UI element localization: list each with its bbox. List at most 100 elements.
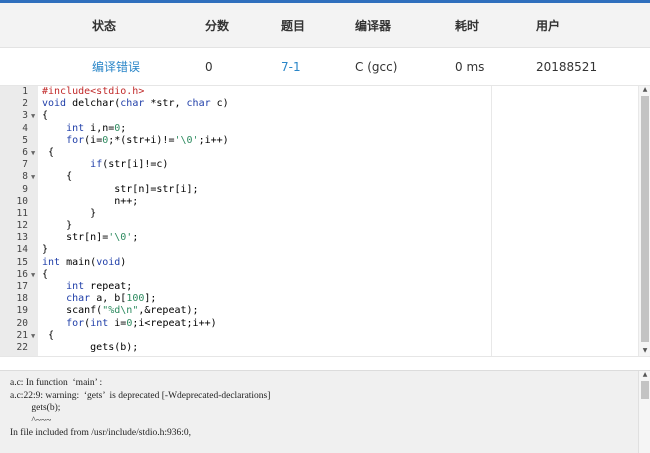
code-line[interactable]: 15 int main(void) bbox=[0, 257, 638, 269]
header-status[interactable]: 状态 bbox=[92, 3, 116, 47]
code-token: scanf( bbox=[42, 305, 103, 317]
code-line[interactable]: 22 gets(b); bbox=[0, 342, 638, 354]
code-text: int main(void) bbox=[42, 257, 126, 269]
code-token: repeat; bbox=[84, 281, 133, 292]
code-lines[interactable]: 1 #include<stdio.h> 2 void delchar(char *st… bbox=[0, 86, 638, 354]
code-line[interactable]: 6 ▼ { bbox=[0, 147, 638, 159]
fold-arrow-icon[interactable]: ▼ bbox=[31, 171, 35, 183]
code-token: n++; bbox=[42, 195, 139, 207]
code-line[interactable]: 10 n++; bbox=[0, 196, 638, 208]
scroll-up-arrow-icon[interactable]: ▲ bbox=[639, 371, 650, 379]
compiler-output-text: a.c: In function ‘main’ : a.c:22:9: warni… bbox=[10, 377, 630, 440]
table-row: 编译错误 0 7-1 C (gcc) 0 ms 20188521 bbox=[0, 48, 650, 86]
line-number: 16 bbox=[16, 268, 28, 280]
compiler-output-panel: a.c: In function ‘main’ : a.c:22:9: warni… bbox=[0, 370, 650, 453]
score-value: 0 bbox=[205, 59, 213, 74]
code-text: if(str[i]!=c) bbox=[42, 159, 168, 171]
code-token: int bbox=[42, 256, 61, 268]
code-text: str[n]=str[i]; bbox=[42, 184, 198, 196]
code-line[interactable]: 3 ▼ { bbox=[0, 110, 638, 122]
code-text: scanf("%d\n",&repeat); bbox=[42, 305, 198, 317]
code-line[interactable]: 9 str[n]=str[i]; bbox=[0, 184, 638, 196]
code-text: { bbox=[42, 171, 72, 183]
code-text: } bbox=[42, 244, 48, 256]
code-token: char bbox=[66, 293, 91, 305]
code-line[interactable]: 1 #include<stdio.h> bbox=[0, 86, 638, 98]
code-line[interactable]: 13 str[n]='\0'; bbox=[0, 232, 638, 244]
code-token: for bbox=[66, 317, 85, 329]
code-line[interactable]: 4 int i,n=0; bbox=[0, 123, 638, 135]
line-number: 6 bbox=[22, 146, 28, 158]
user-value: 20188521 bbox=[536, 59, 598, 74]
code-token: str[n]= bbox=[42, 232, 109, 244]
code-token: c) bbox=[210, 98, 229, 110]
code-text: } bbox=[42, 208, 96, 220]
line-number: 15 bbox=[16, 256, 28, 268]
code-text: n++; bbox=[42, 196, 138, 208]
code-token: { bbox=[42, 110, 49, 122]
code-line[interactable]: 5 for(i=0;*(str+i)!='\0';i++) bbox=[0, 135, 638, 147]
code-token: } bbox=[42, 207, 97, 219]
editor-scroll-thumb[interactable] bbox=[641, 96, 649, 342]
code-token: { bbox=[42, 171, 73, 183]
status-link[interactable]: 编译错误 bbox=[92, 48, 140, 85]
code-token: int bbox=[66, 122, 85, 134]
code-token: "%d\n" bbox=[102, 305, 139, 317]
code-token: (str[i]!=c) bbox=[102, 159, 169, 171]
output-line: gets(b); bbox=[10, 403, 61, 413]
code-text: gets(b); bbox=[42, 342, 138, 354]
line-number: 21 bbox=[16, 329, 28, 341]
header-compiler[interactable]: 编译器 bbox=[355, 3, 391, 47]
code-text: { bbox=[42, 330, 54, 342]
header-user[interactable]: 用户 bbox=[536, 3, 560, 47]
fold-arrow-icon[interactable]: ▼ bbox=[31, 269, 35, 281]
fold-arrow-icon[interactable]: ▼ bbox=[31, 147, 35, 159]
code-line[interactable]: 19 scanf("%d\n",&repeat); bbox=[0, 305, 638, 317]
output-scroll-thumb[interactable] bbox=[641, 381, 649, 399]
fold-arrow-icon[interactable]: ▼ bbox=[31, 330, 35, 342]
code-token: } bbox=[42, 244, 49, 256]
code-line[interactable]: 7 if(str[i]!=c) bbox=[0, 159, 638, 171]
code-token: void bbox=[96, 256, 121, 268]
line-number: 11 bbox=[16, 207, 28, 219]
code-text: { bbox=[42, 110, 48, 122]
header-problem[interactable]: 题目 bbox=[281, 3, 305, 47]
code-line[interactable]: 2 void delchar(char *str, char c) bbox=[0, 98, 638, 110]
code-text: void delchar(char *str, char c) bbox=[42, 98, 229, 110]
code-token: char bbox=[120, 98, 145, 110]
code-token: 100 bbox=[126, 293, 145, 305]
code-line[interactable]: 12 } bbox=[0, 220, 638, 232]
code-line[interactable]: 17 int repeat; bbox=[0, 281, 638, 293]
fold-arrow-icon[interactable]: ▼ bbox=[31, 110, 35, 122]
header-time[interactable]: 耗时 bbox=[455, 3, 479, 47]
code-line[interactable]: 8 ▼ { bbox=[0, 171, 638, 183]
code-line[interactable]: 14} bbox=[0, 244, 638, 256]
code-line[interactable]: 18 char a, b[100]; bbox=[0, 293, 638, 305]
scroll-down-arrow-icon[interactable]: ▼ bbox=[639, 347, 650, 355]
scroll-up-arrow-icon[interactable]: ▲ bbox=[639, 86, 650, 94]
code-line[interactable]: 16 ▼ { bbox=[0, 269, 638, 281]
code-editor[interactable]: 1 #include<stdio.h> 2 void delchar(char *st… bbox=[0, 86, 650, 356]
code-line[interactable]: 20 for(int i=0;i<repeat;i++) bbox=[0, 318, 638, 330]
output-scrollbar[interactable]: ▲ bbox=[638, 371, 650, 453]
code-line[interactable]: 11 } bbox=[0, 208, 638, 220]
code-token: (i= bbox=[84, 134, 103, 146]
time-value: 0 ms bbox=[455, 59, 485, 74]
code-token: int bbox=[66, 281, 85, 292]
problem-link[interactable]: 7-1 bbox=[281, 48, 301, 85]
code-token: i,n= bbox=[84, 122, 115, 134]
header-score[interactable]: 分数 bbox=[205, 3, 229, 47]
code-text: int i,n=0; bbox=[42, 123, 126, 135]
code-token: '\0' bbox=[174, 134, 199, 146]
line-number: 22 bbox=[16, 341, 28, 353]
table-header: 状态 分数 题目 编译器 耗时 用户 bbox=[0, 3, 650, 48]
code-token: if bbox=[90, 159, 103, 171]
code-line[interactable]: 21 ▼ { bbox=[0, 330, 638, 342]
code-token: i= bbox=[108, 317, 127, 329]
editor-scrollbar[interactable]: ▲ ▼ bbox=[638, 86, 650, 356]
